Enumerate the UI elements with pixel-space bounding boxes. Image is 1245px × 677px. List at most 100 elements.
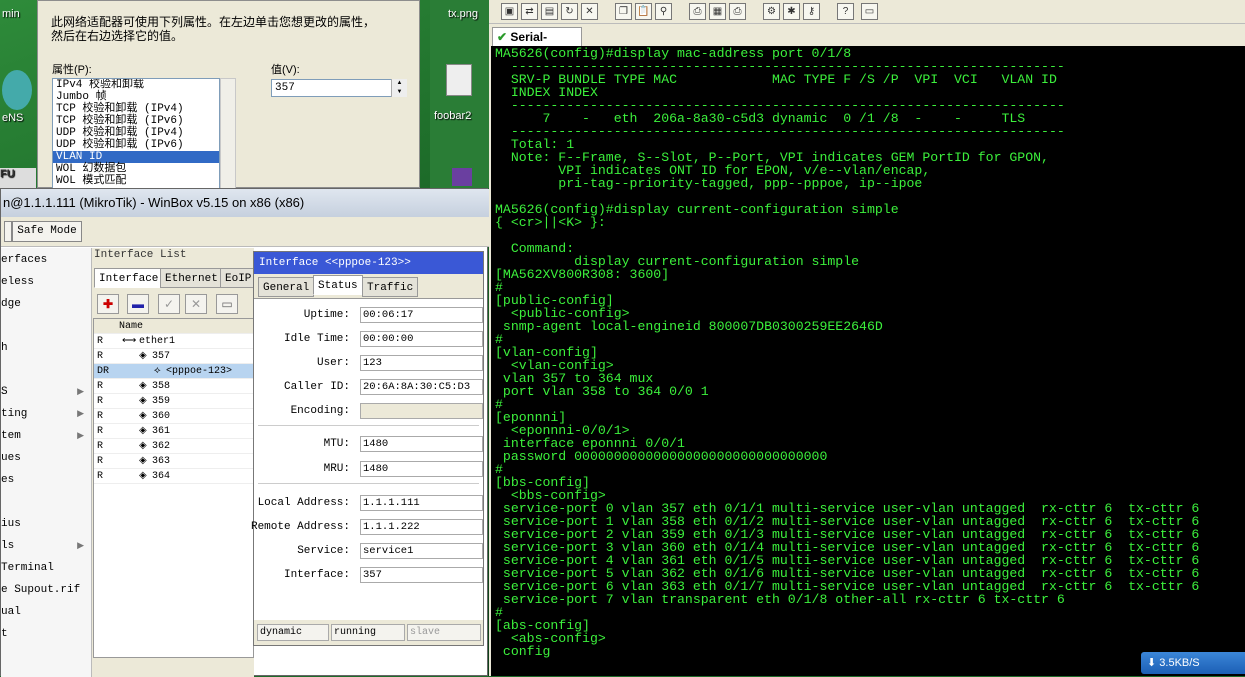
comment-button[interactable]: ▭ [216, 294, 238, 314]
vlan-icon: ◈ [139, 441, 147, 452]
list-item[interactable]: TCP 校验和卸载 (IPv6) [53, 115, 219, 127]
property-list[interactable]: IPv4 校验和卸载 Jumbo 帧 TCP 校验和卸载 (IPv4) TCP … [52, 78, 220, 189]
help-icon[interactable]: ? [837, 3, 854, 20]
desktop-icon-label[interactable]: min [2, 8, 20, 20]
sidebar-item-tools[interactable]: ls ▶ [1, 535, 92, 557]
table-row[interactable]: R ⟷ ether1 [94, 334, 255, 349]
column-header-name[interactable]: Name [119, 319, 143, 334]
tab-serial-com8[interactable]: ✔ Serial-COM8 [492, 27, 582, 63]
enable-button[interactable]: ✓ [158, 294, 180, 314]
table-row[interactable]: R ◈ 364 [94, 469, 255, 484]
terminal-output[interactable]: MA5626(config)#display mac-address port … [491, 46, 1245, 676]
uptime-field[interactable]: 00:06:17 [360, 307, 483, 323]
sidebar-item-system[interactable]: tem ▶ [1, 425, 92, 447]
table-row[interactable]: R ◈ 357 [94, 349, 255, 364]
connect-icon[interactable]: ⇄ [521, 3, 538, 20]
table-row[interactable]: R ◈ 361 [94, 424, 255, 439]
window-icon[interactable]: ▭ [861, 3, 878, 20]
spin-buttons[interactable]: ▲ ▼ [391, 79, 407, 97]
interface-list-window: Interface List Interface Ethernet EoIP ✚… [92, 248, 257, 677]
vlan-icon: ◈ [139, 411, 147, 422]
network-speed-widget[interactable]: ⬇ 3.5KB/S [1141, 652, 1245, 674]
table-row[interactable]: DR ⟡ <pppoe-123> [94, 364, 255, 379]
sidebar-item-exit[interactable]: t [1, 623, 92, 645]
disable-button[interactable]: ✕ [185, 294, 207, 314]
copy-icon[interactable]: ❐ [615, 3, 632, 20]
list-item[interactable]: IPv4 校验和卸载 [53, 79, 219, 91]
interface-field[interactable]: 357 [360, 567, 483, 583]
sidebar-item-files[interactable]: es [1, 469, 92, 491]
sidebar-item-bridge[interactable]: dge [1, 293, 92, 315]
list-item[interactable]: TCP 校验和卸载 (IPv4) [53, 103, 219, 115]
remote-address-field[interactable]: 1.1.1.222 [360, 519, 483, 535]
tab-eoip[interactable]: EoIP [220, 268, 257, 288]
value-input[interactable]: 357 [271, 79, 407, 97]
local-address-field[interactable]: 1.1.1.111 [360, 495, 483, 511]
encoding-field[interactable] [360, 403, 483, 419]
list-item[interactable]: UDP 校验和卸载 (IPv6) [53, 139, 219, 151]
settings-icon[interactable]: ✱ [783, 3, 800, 20]
remove-button[interactable]: ▬ [127, 294, 149, 314]
sidebar-item-ipv6[interactable]: S ▶ [1, 381, 92, 403]
add-button[interactable]: ✚ [97, 294, 119, 314]
sidebar-item-mesh[interactable]: h [1, 337, 92, 359]
desktop-icon-label[interactable]: tx.png [448, 8, 478, 20]
field-label: User: [316, 357, 350, 369]
paste-icon[interactable]: 📋 [635, 3, 652, 20]
print-setup-icon[interactable]: ▦ [709, 3, 726, 20]
printer-icon[interactable]: ⎙ [729, 3, 746, 20]
scrollbar[interactable] [220, 78, 236, 189]
field-label: Remote Address: [250, 521, 350, 533]
list-item[interactable]: WOL 幻数据包 [53, 163, 219, 175]
field-row: Uptime: 00:06:17 [254, 307, 483, 323]
list-item-selected[interactable]: VLAN ID [53, 151, 219, 163]
sidebar-item-wireless[interactable]: eless [1, 271, 92, 293]
caller-id-field[interactable]: 20:6A:8A:30:C5:D3 [360, 379, 483, 395]
new-session-icon[interactable]: ▣ [501, 3, 518, 20]
table-row[interactable]: R ◈ 363 [94, 454, 255, 469]
tab-general[interactable]: General [258, 277, 315, 297]
tab-traffic[interactable]: Traffic [362, 277, 419, 297]
image-file-icon[interactable] [446, 64, 472, 96]
row-name: ether1 [139, 336, 176, 347]
reconnect-icon[interactable]: ↻ [561, 3, 578, 20]
disconnect-icon[interactable]: ✕ [581, 3, 598, 20]
sidebar-item-queues[interactable]: ues [1, 447, 92, 469]
table-row[interactable]: R ◈ 358 [94, 379, 255, 394]
tab-ethernet[interactable]: Ethernet [160, 268, 223, 288]
desktop-icon-label[interactable]: FU [0, 168, 36, 188]
list-item[interactable]: WOL 模式匹配 [53, 175, 219, 187]
table-row[interactable]: R ◈ 359 [94, 394, 255, 409]
sidebar-item-terminal[interactable]: Terminal [1, 557, 92, 579]
desktop-icon-label[interactable]: foobar2 [434, 110, 471, 122]
app-icon[interactable] [452, 168, 472, 186]
row-flag: R [97, 441, 104, 452]
table-row[interactable]: R ◈ 362 [94, 439, 255, 454]
undo-button[interactable] [4, 221, 12, 242]
key-icon[interactable]: ⚷ [803, 3, 820, 20]
list-item[interactable]: UDP 校验和卸载 (IPv4) [53, 127, 219, 139]
window-title: n@1.1.1.111 (MikroTik) - WinBox v5.15 on… [1, 189, 489, 217]
sidebar-item-routing[interactable]: ting ▶ [1, 403, 92, 425]
field-row: MRU: 1480 [254, 461, 483, 477]
find-icon[interactable]: ⚲ [655, 3, 672, 20]
sidebar-item-radius[interactable]: ius [1, 513, 92, 535]
desktop-icon-label[interactable]: eNS [2, 112, 23, 124]
print-icon[interactable]: ⎙ [689, 3, 706, 20]
table-row[interactable]: R ◈ 360 [94, 409, 255, 424]
list-item[interactable]: Jumbo 帧 [53, 91, 219, 103]
app-icon[interactable] [2, 70, 32, 110]
sidebar-item-manual[interactable]: ual [1, 601, 92, 623]
sidebar-item-interfaces[interactable]: erfaces [1, 249, 92, 271]
open-icon[interactable]: ▤ [541, 3, 558, 20]
tab-status[interactable]: Status [313, 275, 363, 295]
mtu-field[interactable]: 1480 [360, 436, 483, 452]
mru-field[interactable]: 1480 [360, 461, 483, 477]
safe-mode-button[interactable]: Safe Mode [12, 221, 82, 242]
options-icon[interactable]: ⚙ [763, 3, 780, 20]
tab-interface[interactable]: Interface [94, 268, 164, 288]
idle-time-field[interactable]: 00:00:00 [360, 331, 483, 347]
sidebar-item-supout[interactable]: e Supout.rif [1, 579, 92, 601]
service-field[interactable]: service1 [360, 543, 483, 559]
user-field[interactable]: 123 [360, 355, 483, 371]
